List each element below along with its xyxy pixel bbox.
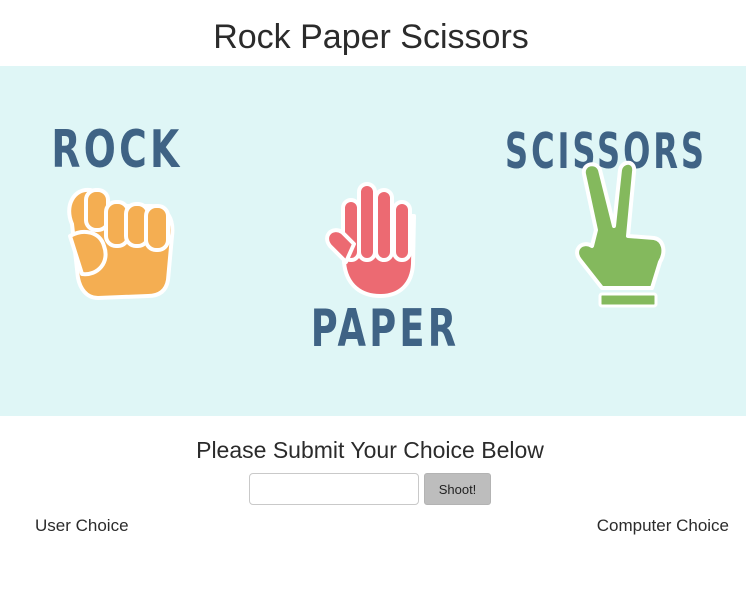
choice-prompt: Please Submit Your Choice Below: [196, 437, 544, 463]
rock-label: ROCK: [51, 119, 182, 179]
choice-form: Shoot!: [249, 472, 491, 506]
choice-input[interactable]: [249, 473, 419, 505]
user-choice-label: User Choice: [35, 516, 129, 535]
two-fingers-icon: [575, 160, 666, 308]
shoot-button[interactable]: Shoot!: [424, 473, 491, 505]
paper-label: PAPER: [311, 298, 459, 359]
fist-icon: [67, 187, 175, 300]
scissors-label: SCISSORS: [505, 122, 707, 180]
open-hand-icon: [325, 182, 416, 298]
game-banner-image: ROCK SCISSORS PAPER: [0, 66, 746, 416]
page-title: Rock Paper Scissors: [213, 18, 529, 56]
computer-choice-label: Computer Choice: [596, 516, 729, 535]
